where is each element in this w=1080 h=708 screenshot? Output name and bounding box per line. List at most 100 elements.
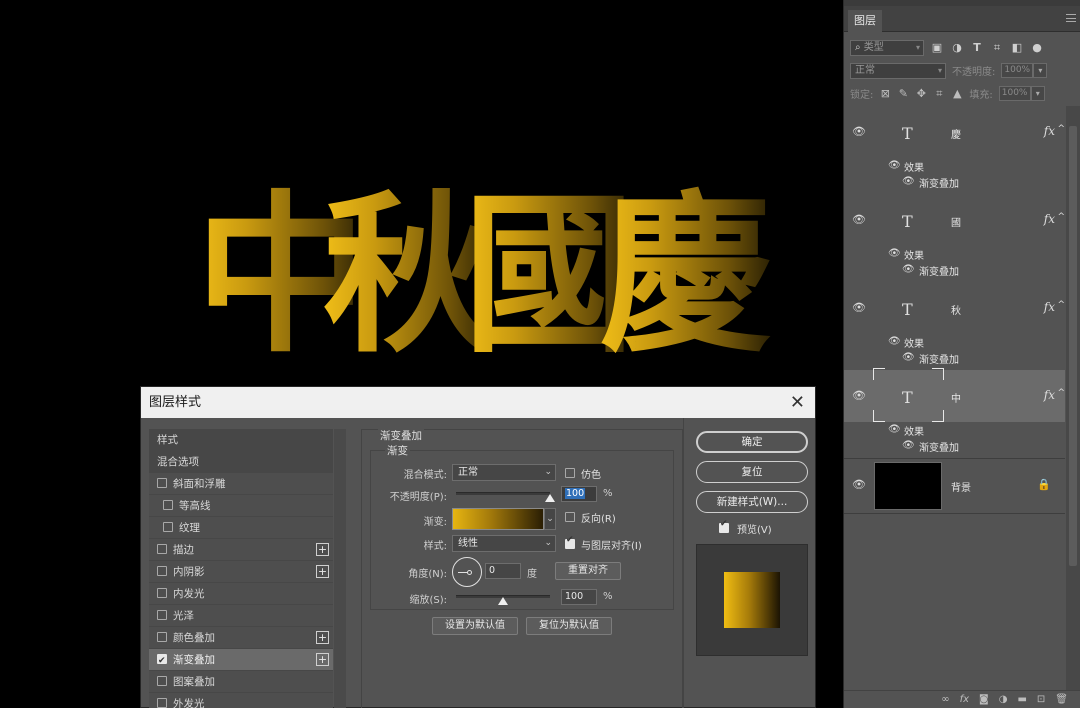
image-filter-icon[interactable]: ▣ bbox=[930, 41, 944, 55]
reset-alignment-button[interactable]: 重置对齐 bbox=[555, 562, 621, 580]
chevron-down-icon[interactable]: ⌄ bbox=[544, 508, 556, 530]
fx-icon[interactable]: fx bbox=[1044, 124, 1055, 138]
type-filter-icon[interactable]: T bbox=[970, 41, 984, 55]
eye-icon[interactable]: 👁 bbox=[852, 478, 866, 491]
layer-blend-mode-select[interactable]: 正常 ▾ bbox=[850, 62, 946, 79]
scale-field[interactable]: 100 bbox=[561, 589, 597, 605]
layer-name[interactable]: 國 bbox=[951, 214, 961, 229]
checkbox[interactable] bbox=[157, 698, 167, 708]
chevron-up-icon[interactable]: ^ bbox=[1057, 212, 1065, 222]
style-item-pattern-overlay[interactable]: 图案叠加 bbox=[149, 671, 333, 693]
fx-icon[interactable]: fx bbox=[1044, 212, 1055, 226]
angle-dial[interactable] bbox=[452, 557, 482, 587]
close-icon[interactable]: ✕ bbox=[790, 387, 805, 418]
opacity-field[interactable]: 100 bbox=[561, 486, 597, 502]
filter-toggle-icon[interactable]: ● bbox=[1030, 41, 1044, 55]
dialog-titlebar[interactable]: 图层样式 ✕ bbox=[141, 387, 815, 418]
fx-icon[interactable]: fx bbox=[1044, 388, 1055, 402]
style-item-satin[interactable]: 光泽 bbox=[149, 605, 333, 627]
new-layer-icon[interactable]: ⊡ bbox=[1037, 694, 1045, 705]
eye-icon[interactable]: 👁 bbox=[888, 160, 901, 171]
folder-icon[interactable]: ▬ bbox=[1017, 694, 1026, 705]
angle-field[interactable]: 0 bbox=[485, 563, 521, 579]
mask-icon[interactable]: ◙ bbox=[979, 694, 989, 705]
layer-name[interactable]: 慶 bbox=[951, 126, 961, 141]
chevron-up-icon[interactable]: ^ bbox=[1057, 388, 1065, 398]
eye-icon[interactable]: 👁 bbox=[852, 213, 866, 226]
lock-brush-icon[interactable]: ✎ bbox=[897, 87, 909, 100]
checkbox[interactable] bbox=[157, 478, 167, 488]
reset-button[interactable]: 复位 bbox=[696, 461, 808, 483]
layer-item[interactable]: 👁 T 秋 fx ^ 👁 效果 👁 渐变叠加 bbox=[844, 282, 1065, 370]
eye-icon[interactable]: 👁 bbox=[888, 248, 901, 259]
style-item-inner-glow[interactable]: 内发光 bbox=[149, 583, 333, 605]
layers-scrollbar[interactable] bbox=[1066, 106, 1080, 708]
adjustment-filter-icon[interactable]: ◑ bbox=[950, 41, 964, 55]
layer-item[interactable]: 👁 T 慶 fx ^ 👁 效果 👁 渐变叠加 bbox=[844, 106, 1065, 194]
lock-transparent-icon[interactable]: ⊠ bbox=[879, 87, 891, 100]
lock-move-icon[interactable]: ✥ bbox=[915, 87, 927, 100]
eye-icon[interactable]: 👁 bbox=[902, 176, 915, 187]
opacity-slider[interactable] bbox=[456, 492, 555, 502]
preview-checkbox[interactable] bbox=[719, 519, 729, 533]
eye-icon[interactable]: 👁 bbox=[902, 264, 915, 275]
dither-checkbox[interactable] bbox=[565, 468, 575, 478]
eye-icon[interactable]: 👁 bbox=[852, 389, 866, 402]
layer-opacity-field[interactable]: 100% bbox=[1001, 63, 1034, 78]
gradient-style-select[interactable]: 线性 ⌄ bbox=[452, 535, 556, 552]
fx-icon[interactable]: fx bbox=[1044, 300, 1055, 314]
smart-object-filter-icon[interactable]: ◧ bbox=[1010, 41, 1024, 55]
chevron-down-icon[interactable]: ▾ bbox=[1030, 86, 1045, 101]
layer-name[interactable]: 背景 bbox=[951, 479, 971, 494]
eye-icon[interactable]: 👁 bbox=[888, 336, 901, 347]
panel-menu-icon[interactable] bbox=[1066, 14, 1076, 22]
checkbox[interactable] bbox=[163, 522, 173, 532]
chevron-up-icon[interactable]: ^ bbox=[1057, 124, 1065, 134]
new-style-button[interactable]: 新建样式(W)... bbox=[696, 491, 808, 513]
style-list-scrollbar[interactable] bbox=[334, 429, 346, 708]
style-item-blending-options[interactable]: 混合选项 bbox=[149, 451, 333, 473]
checkbox[interactable] bbox=[157, 544, 167, 554]
add-icon[interactable]: + bbox=[316, 631, 329, 644]
checkbox[interactable] bbox=[163, 500, 173, 510]
layer-fill-field[interactable]: 100% bbox=[998, 86, 1031, 101]
reset-default-button[interactable]: 复位为默认值 bbox=[526, 617, 612, 635]
eye-icon[interactable]: 👁 bbox=[902, 440, 915, 451]
reverse-checkbox[interactable] bbox=[565, 512, 575, 522]
layer-name[interactable]: 秋 bbox=[951, 302, 961, 317]
add-icon[interactable]: + bbox=[316, 565, 329, 578]
tab-layers[interactable]: 图层 bbox=[848, 10, 882, 32]
checkbox[interactable] bbox=[157, 676, 167, 686]
lock-artboard-icon[interactable]: ⌗ bbox=[933, 87, 945, 101]
add-icon[interactable]: + bbox=[316, 653, 329, 666]
style-item-inner-shadow[interactable]: 内阴影 + bbox=[149, 561, 333, 583]
style-item-gradient-overlay[interactable]: 渐变叠加+ bbox=[149, 649, 333, 672]
style-item-stroke[interactable]: 描边 + bbox=[149, 539, 333, 561]
shape-filter-icon[interactable]: ⌗ bbox=[990, 41, 1004, 55]
eye-icon[interactable]: 👁 bbox=[852, 301, 866, 314]
eye-icon[interactable]: 👁 bbox=[888, 424, 901, 435]
fx-icon[interactable]: fx bbox=[960, 694, 969, 705]
checkbox[interactable] bbox=[157, 610, 167, 620]
adjustment-icon[interactable]: ◑ bbox=[999, 694, 1008, 705]
style-item-color-overlay[interactable]: 颜色叠加 + bbox=[149, 627, 333, 649]
checkbox[interactable] bbox=[157, 632, 167, 642]
layer-item-selected[interactable]: 👁 T 中 fx ^ 👁 效果 👁 渐变叠加 bbox=[844, 368, 1065, 458]
lock-all-icon[interactable]: ▲ bbox=[951, 87, 963, 100]
filter-kind-select[interactable]: ⌕ 类型 ▾ bbox=[850, 39, 924, 56]
add-icon[interactable]: + bbox=[316, 543, 329, 556]
style-item-contour[interactable]: 等高线 bbox=[149, 495, 333, 517]
layer-item[interactable]: 👁 T 國 fx ^ 👁 效果 👁 渐变叠加 bbox=[844, 194, 1065, 282]
checkbox[interactable] bbox=[157, 588, 167, 598]
eye-icon[interactable]: 👁 bbox=[902, 352, 915, 363]
checkbox[interactable] bbox=[157, 566, 167, 576]
trash-icon[interactable]: 🗑 bbox=[1055, 694, 1068, 705]
checkbox-checked[interactable] bbox=[157, 650, 167, 672]
style-item-outer-glow[interactable]: 外发光 bbox=[149, 693, 333, 708]
slider-knob[interactable] bbox=[498, 597, 508, 605]
link-icon[interactable]: ∞ bbox=[941, 694, 949, 705]
scrollbar-thumb[interactable] bbox=[1069, 126, 1077, 566]
eye-icon[interactable]: 👁 bbox=[852, 125, 866, 138]
layer-item-background[interactable]: 👁 背景 🔒 bbox=[844, 458, 1065, 514]
chevron-up-icon[interactable]: ^ bbox=[1057, 300, 1065, 310]
